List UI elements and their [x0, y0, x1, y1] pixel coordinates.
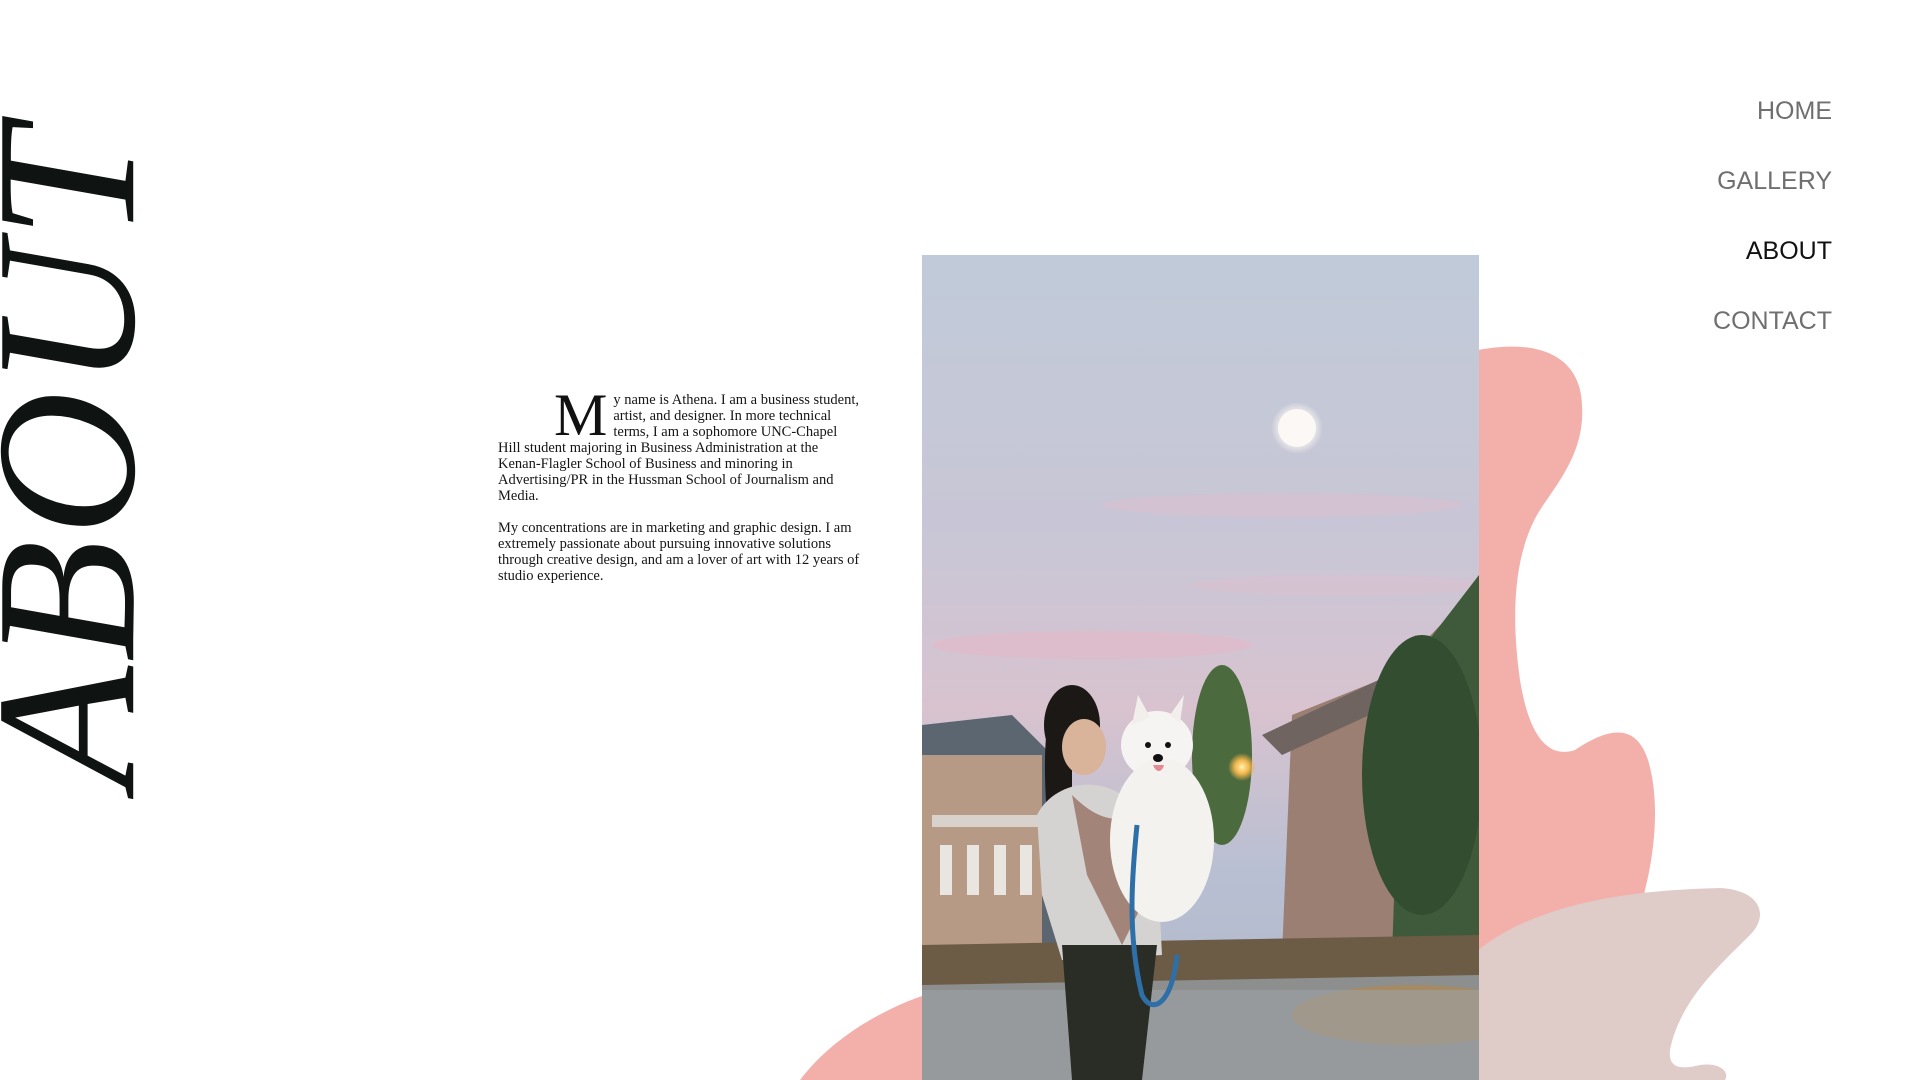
main-nav: HOME GALLERY ABOUT CONTACT [1713, 95, 1832, 375]
page-title: ABOUT [0, 123, 177, 789]
bio-text: My name is Athena. I am a business stude… [498, 382, 863, 600]
nav-gallery-link[interactable]: GALLERY [1713, 165, 1832, 235]
bio-paragraph-1-text: y name is Athena. I am a business studen… [498, 392, 860, 504]
drop-cap: M [554, 382, 608, 448]
page-heading-vertical: ABOUT [0, 96, 177, 816]
bio-paragraph-2: My concentrations are in marketing and g… [498, 520, 860, 584]
nav-home-link[interactable]: HOME [1713, 95, 1832, 165]
pink-blob-lower [800, 995, 925, 1080]
nav-contact-link[interactable]: CONTACT [1713, 305, 1832, 375]
bio-paragraph-1: My name is Athena. I am a business stude… [498, 382, 863, 504]
nav-about-link[interactable]: ABOUT [1713, 235, 1832, 305]
profile-photo [922, 255, 1479, 1080]
